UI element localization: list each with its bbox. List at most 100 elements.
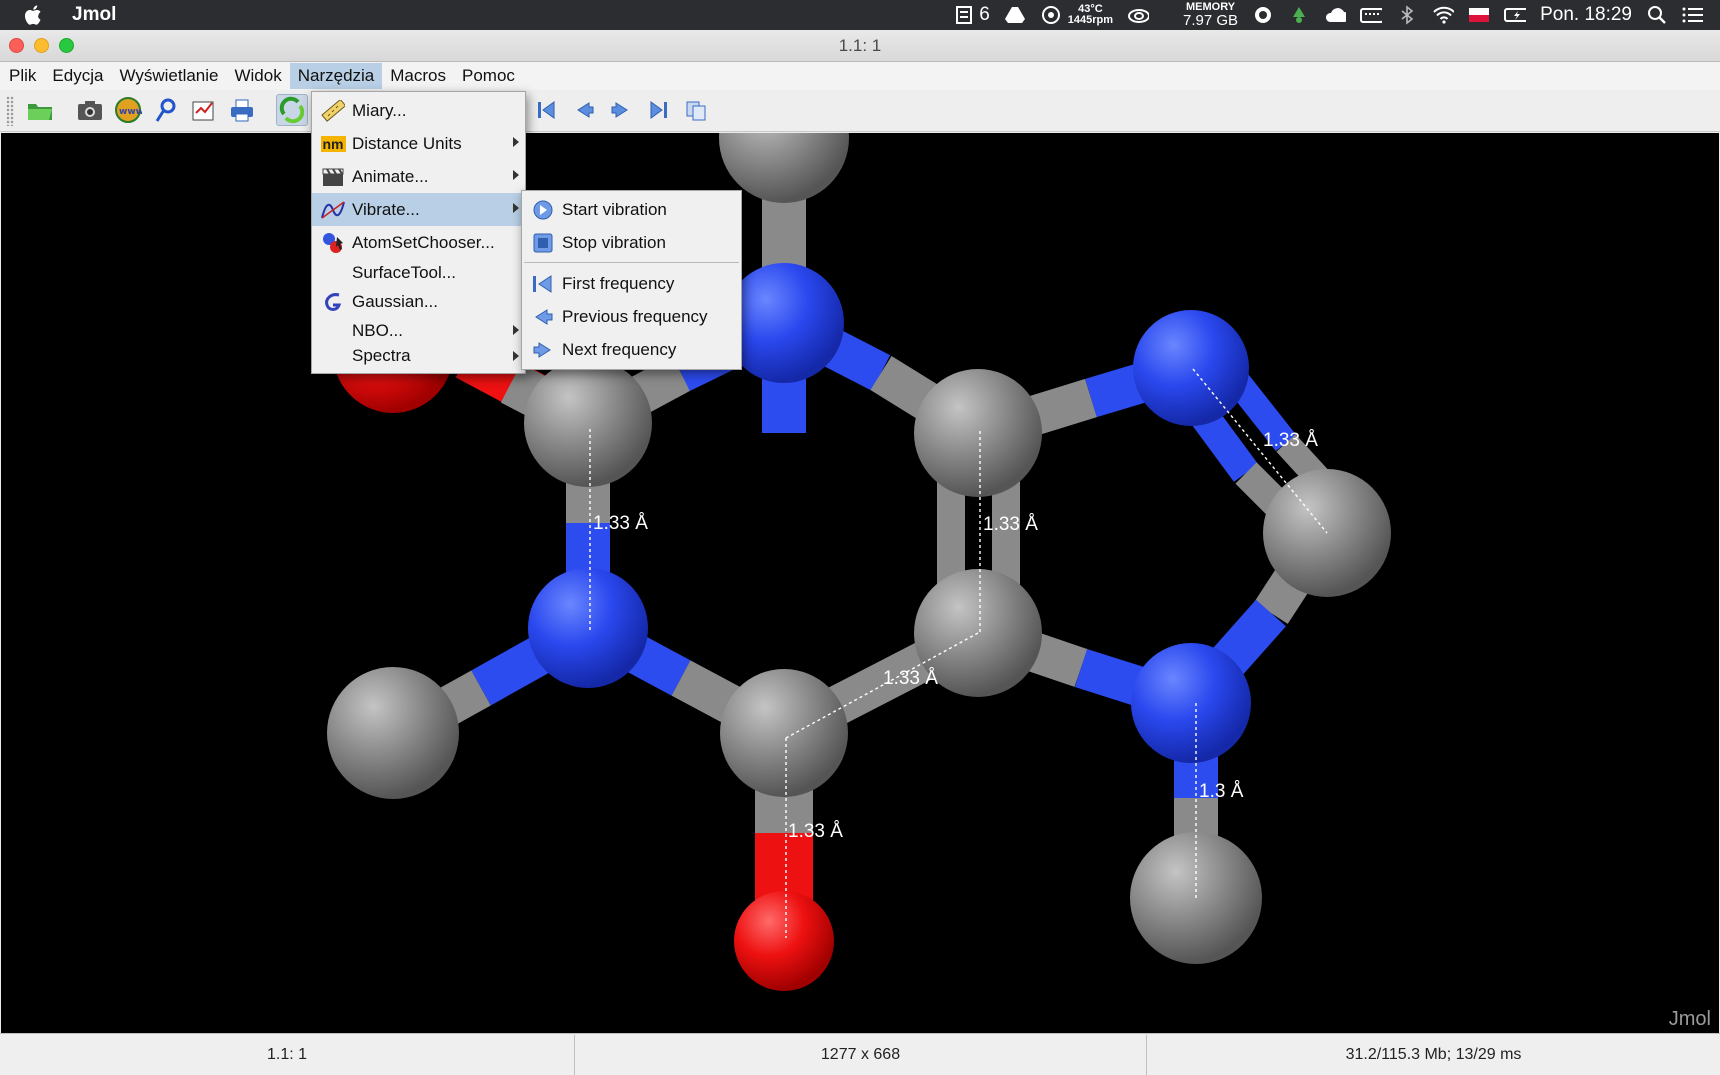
spotlight-search-icon[interactable] <box>1646 6 1668 24</box>
submenu-arrow-icon <box>513 203 519 213</box>
measurement-label: 1.3 Å <box>1199 781 1244 802</box>
menu-item-label: Miary... <box>352 100 407 120</box>
status-frame: 1.1: 1 <box>0 1035 575 1075</box>
menu-narzedzia[interactable]: Narzędzia <box>289 63 383 89</box>
menu-item-miary[interactable]: Miary... <box>312 94 525 127</box>
animation-mode-icon[interactable] <box>681 94 713 126</box>
system-menubar: Jmol 6 43°C 1445rpm MEMORY 7.97 GB Pon. 18… <box>0 0 1720 30</box>
status-size: 1277 x 668 <box>575 1035 1147 1075</box>
flag-pl-icon[interactable] <box>1468 6 1490 24</box>
battery-icon[interactable] <box>1504 6 1527 24</box>
gaussian-icon <box>320 291 346 315</box>
nm-icon: nm <box>320 136 346 152</box>
toolbar-grip[interactable] <box>6 96 14 126</box>
submenu-arrow-icon <box>513 351 519 361</box>
cloud-icon[interactable] <box>1324 6 1347 24</box>
menu-separator <box>524 262 739 263</box>
keyboard-icon[interactable] <box>1360 6 1383 24</box>
menu-item-label: NBO... <box>352 320 404 340</box>
menu-item-label: Start vibration <box>562 199 667 219</box>
measurement-label: 1.33 Å <box>983 514 1038 535</box>
menu-item-vibrate[interactable]: Vibrate... <box>312 193 525 226</box>
apple-icon[interactable] <box>24 0 54 30</box>
app-menubar: Plik Edycja Wyświetlanie Widok Narzędzia… <box>0 62 1720 90</box>
first-frame-icon[interactable] <box>531 94 563 126</box>
first-frequency-icon <box>530 272 556 296</box>
menu-item-next-frequency[interactable]: Next frequency <box>522 333 741 366</box>
screenshot-icon[interactable] <box>74 94 106 126</box>
rotate-icon[interactable] <box>276 94 308 126</box>
print-icon[interactable] <box>226 94 258 126</box>
measurement-label: 1.33 Å <box>788 821 843 842</box>
next-frame-icon[interactable] <box>605 94 637 126</box>
status-memory: 31.2/115.3 Mb; 13/29 ms <box>1345 1046 1522 1063</box>
stop-icon <box>530 231 556 255</box>
preferences-icon[interactable] <box>188 94 220 126</box>
previous-frame-icon[interactable] <box>568 94 600 126</box>
sync-icon[interactable] <box>1252 6 1274 24</box>
menu-item-first-frequency[interactable]: First frequency <box>522 267 741 300</box>
clock[interactable]: Pon. 18:29 <box>1540 4 1632 26</box>
menu-item-animate[interactable]: Animate... <box>312 160 525 193</box>
recycle-icon[interactable] <box>1288 6 1310 24</box>
drive-icon[interactable] <box>1004 6 1026 24</box>
jmol-watermark: Jmol <box>1668 1008 1711 1030</box>
molecule-render[interactable] <box>1 133 1719 1033</box>
window-titlebar: 1.1: 1 <box>0 30 1720 62</box>
badge-count: 6 <box>979 4 990 25</box>
menu-item-spectra[interactable]: Spectra <box>312 344 525 368</box>
svg-text:www: www <box>119 107 142 117</box>
vibrate-submenu: Start vibration Stop vibration First fre… <box>521 190 742 370</box>
measurement-label: 1.33 Å <box>883 668 938 689</box>
menu-item-label: Vibrate... <box>352 199 420 219</box>
menu-item-surfacetool[interactable]: SurfaceTool... <box>312 259 525 286</box>
open-file-icon[interactable] <box>24 94 56 126</box>
menu-item-stop-vibration[interactable]: Stop vibration <box>522 226 741 259</box>
menu-wyswietlanie[interactable]: Wyświetlanie <box>111 63 226 89</box>
menu-item-label: First frequency <box>562 273 675 293</box>
window-title: 1.1: 1 <box>838 36 882 55</box>
measurement-label: 1.33 Å <box>593 513 648 534</box>
menu-item-distance-units[interactable]: nm Distance Units <box>312 127 525 160</box>
menu-item-previous-frequency[interactable]: Previous frequency <box>522 300 741 333</box>
vibrate-icon <box>320 198 346 222</box>
menu-edycja[interactable]: Edycja <box>44 63 111 89</box>
menu-plik[interactable]: Plik <box>1 63 44 89</box>
menu-item-label: Gaussian... <box>352 291 438 311</box>
next-frequency-icon <box>530 338 556 362</box>
creative-cloud-icon[interactable] <box>1127 6 1150 24</box>
menu-item-atomsetchooser[interactable]: AtomSetChooser... <box>312 226 525 259</box>
play-icon <box>530 198 556 222</box>
toolbar: www <box>0 90 1720 132</box>
menu-item-label: Distance Units <box>352 133 462 153</box>
app-name[interactable]: Jmol <box>72 4 116 26</box>
molecule-viewer[interactable]: 1.33 Å 1.33 Å 1.33 Å 1.33 Å 1.33 Å 1.3 Å… <box>1 133 1719 1033</box>
menu-item-label: Stop vibration <box>562 232 666 252</box>
submenu-arrow-icon <box>513 137 519 147</box>
submenu-arrow-icon <box>513 170 519 180</box>
measurement-label: 1.33 Å <box>1263 430 1318 451</box>
menu-item-nbo[interactable]: NBO... <box>312 317 525 344</box>
last-frame-icon[interactable] <box>642 94 674 126</box>
notification-center-icon[interactable] <box>1682 6 1704 24</box>
atoms-icon <box>320 231 346 255</box>
menu-item-label: SurfaceTool... <box>352 262 456 282</box>
menu-item-label: AtomSetChooser... <box>352 232 495 252</box>
script-editor-icon[interactable] <box>150 94 182 126</box>
wifi-icon[interactable] <box>1432 6 1455 24</box>
statusbar: 1.1: 1 1277 x 668 31.2/115.3 Mb; 13/29 m… <box>0 1033 1720 1075</box>
menu-item-start-vibration[interactable]: Start vibration <box>522 193 741 226</box>
menu-widok[interactable]: Widok <box>226 63 289 89</box>
menu-pomoc[interactable]: Pomoc <box>454 63 523 89</box>
menu-item-label: Animate... <box>352 166 429 186</box>
fan-icon[interactable] <box>1040 6 1062 24</box>
ruler-icon <box>320 99 346 123</box>
menu-macros[interactable]: Macros <box>382 63 454 89</box>
temp-fan-readout: 43°C 1445rpm <box>1067 3 1114 26</box>
notes-icon[interactable] <box>953 6 975 24</box>
menu-item-gaussian[interactable]: Gaussian... <box>312 286 525 317</box>
menu-item-label: Spectra <box>352 346 411 365</box>
clapper-icon <box>320 165 346 189</box>
web-export-icon[interactable]: www <box>112 94 144 126</box>
bluetooth-icon[interactable] <box>1396 5 1418 25</box>
